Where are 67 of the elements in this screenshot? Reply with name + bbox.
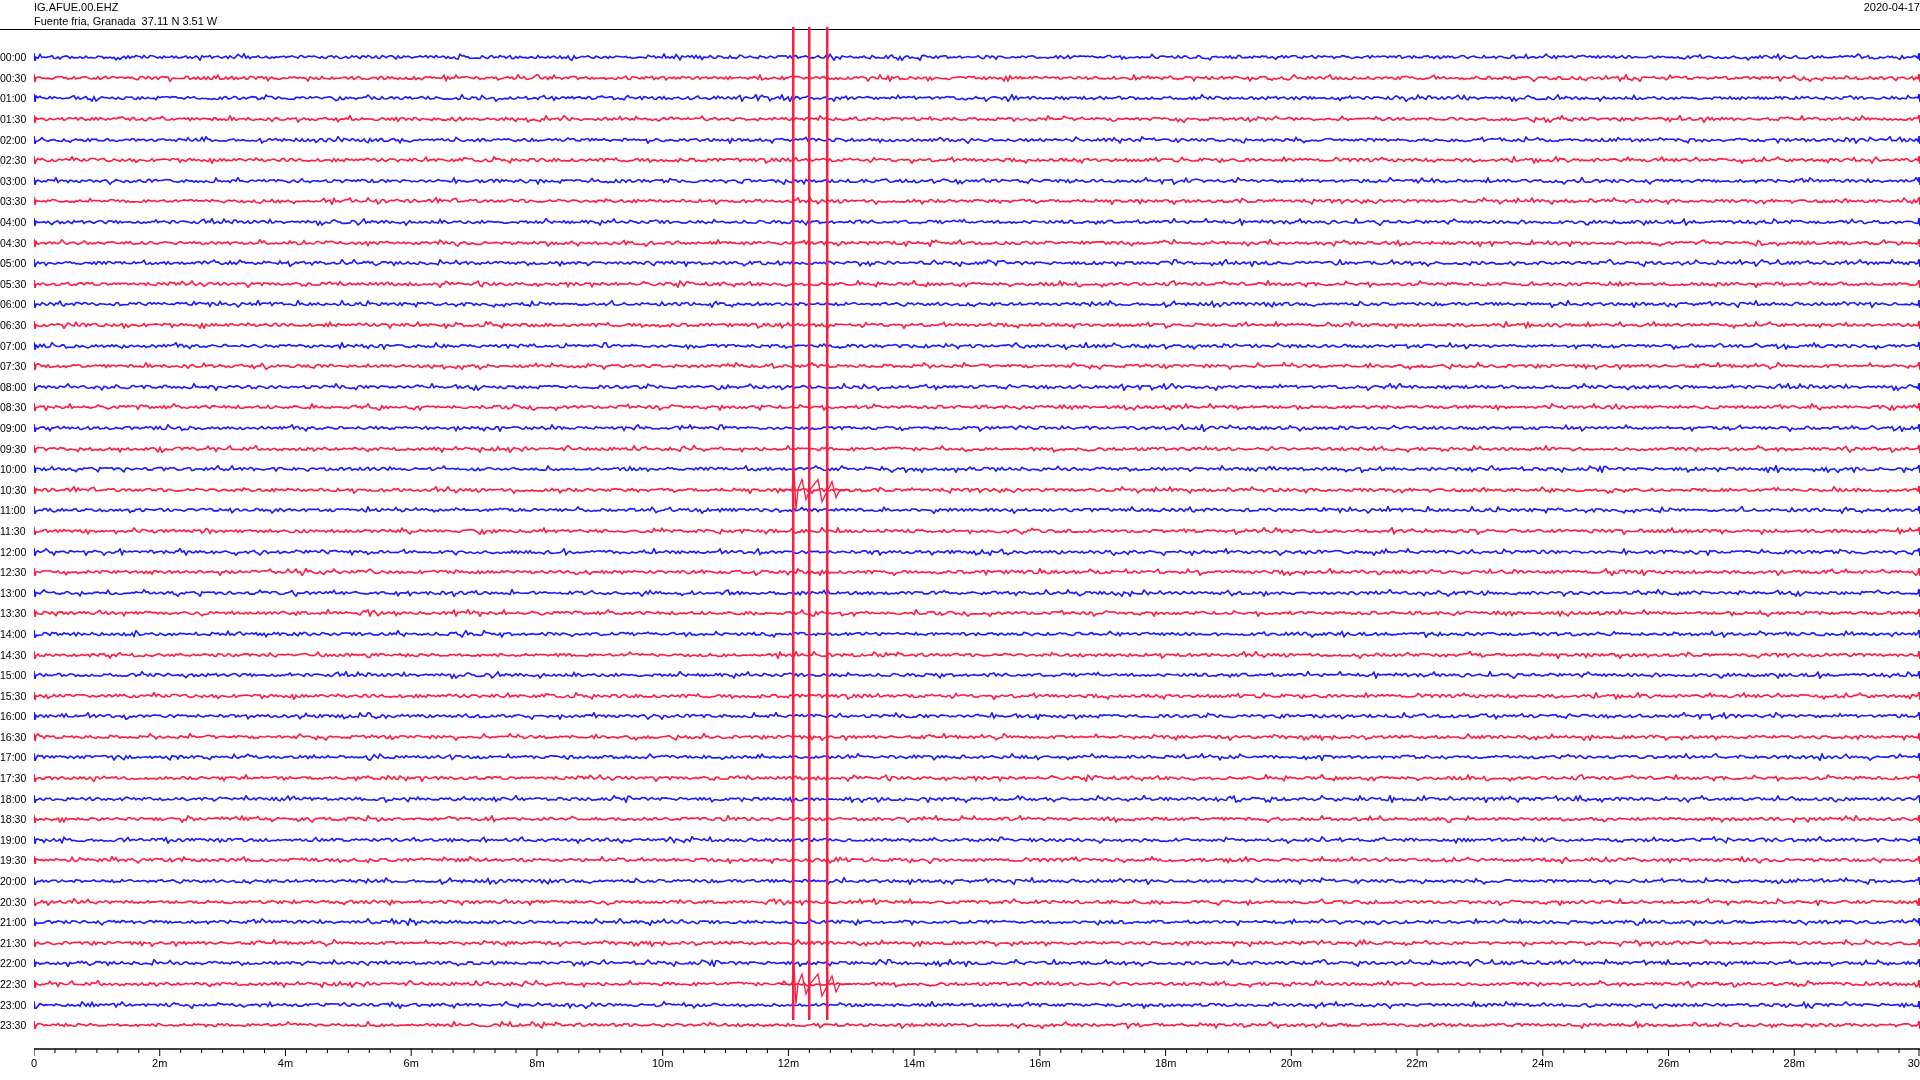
time-label: 18:00: [0, 792, 28, 805]
time-label: 13:00: [0, 586, 28, 599]
time-label: 12:30: [0, 566, 28, 579]
time-tick-label: 2m: [152, 1057, 168, 1070]
time-label: 06:00: [0, 298, 28, 311]
time-tick-label: 16m: [1029, 1057, 1051, 1070]
time-tick-label: 12m: [777, 1057, 800, 1070]
time-label: 10:30: [0, 483, 28, 496]
time-label: 01:00: [0, 92, 28, 105]
time-label: 08:30: [0, 401, 28, 414]
time-label: 02:30: [0, 154, 28, 167]
time-label: 18:30: [0, 813, 28, 826]
time-label: 17:00: [0, 751, 28, 764]
time-tick-label: 20m: [1280, 1057, 1303, 1070]
time-label: 03:00: [0, 174, 28, 187]
time-label: 03:30: [0, 195, 28, 208]
time-label: 05:00: [0, 257, 28, 270]
time-label: 12:00: [0, 545, 28, 558]
time-tick-label: 8m: [529, 1057, 545, 1070]
time-label: 15:00: [0, 669, 28, 682]
time-tick-label: 30: [1907, 1057, 1920, 1070]
time-tick-label: 28m: [1783, 1057, 1805, 1070]
time-tick-label: 22m: [1406, 1057, 1428, 1070]
time-label: 11:00: [0, 504, 27, 517]
time-label: 21:00: [0, 916, 28, 929]
time-tick-label: 10m: [651, 1057, 674, 1070]
time-label: 09:00: [0, 422, 28, 434]
time-label: 21:30: [0, 936, 28, 949]
time-tick-label: 24m: [1532, 1057, 1554, 1070]
station-code: IG.AFUE.00.EHZ: [34, 0, 120, 14]
time-label: 19:30: [0, 854, 28, 867]
time-label: 00:00: [0, 51, 28, 64]
time-label: 22:00: [0, 957, 28, 970]
time-label: 17:30: [0, 772, 28, 785]
time-label: 14:00: [0, 627, 28, 640]
time-label: 19:00: [0, 833, 28, 846]
time-tick-label: 4m: [277, 1057, 294, 1070]
time-label: 04:30: [0, 236, 28, 249]
station-location: Fuente fria, Granada 37.11 N 3.51 W: [34, 14, 218, 28]
time-label: 08:00: [0, 380, 28, 393]
time-label: 14:30: [0, 648, 28, 661]
time-label: 07:30: [0, 360, 28, 373]
time-tick-label: 6m: [403, 1057, 419, 1070]
time-label: 07:00: [0, 339, 28, 352]
time-label: 22:30: [0, 978, 28, 990]
time-label: 02:00: [0, 133, 28, 146]
time-label: 20:00: [0, 875, 28, 888]
time-label: 23:30: [0, 1019, 28, 1032]
time-label: 10:00: [0, 463, 28, 476]
time-tick-label: 14m: [903, 1057, 925, 1070]
recording-date: 2020-04-17: [1863, 0, 1920, 14]
time-label: 16:30: [0, 730, 28, 743]
time-label: 00:30: [0, 71, 28, 84]
time-label: 16:00: [0, 710, 28, 723]
time-label: 06:30: [0, 319, 28, 331]
time-label: 01:30: [0, 113, 28, 126]
time-label: 20:30: [0, 895, 28, 908]
time-label: 11:30: [0, 524, 27, 537]
time-label: 04:00: [0, 216, 28, 229]
time-label: 13:30: [0, 607, 28, 620]
time-tick-label: 0: [30, 1057, 38, 1070]
time-tick-label: 26m: [1657, 1057, 1680, 1070]
time-label: 09:30: [0, 442, 28, 455]
time-label: 05:30: [0, 277, 28, 290]
time-tick-label: 18m: [1154, 1057, 1177, 1070]
time-label: 23:00: [0, 998, 28, 1011]
time-label: 15:30: [0, 689, 28, 702]
